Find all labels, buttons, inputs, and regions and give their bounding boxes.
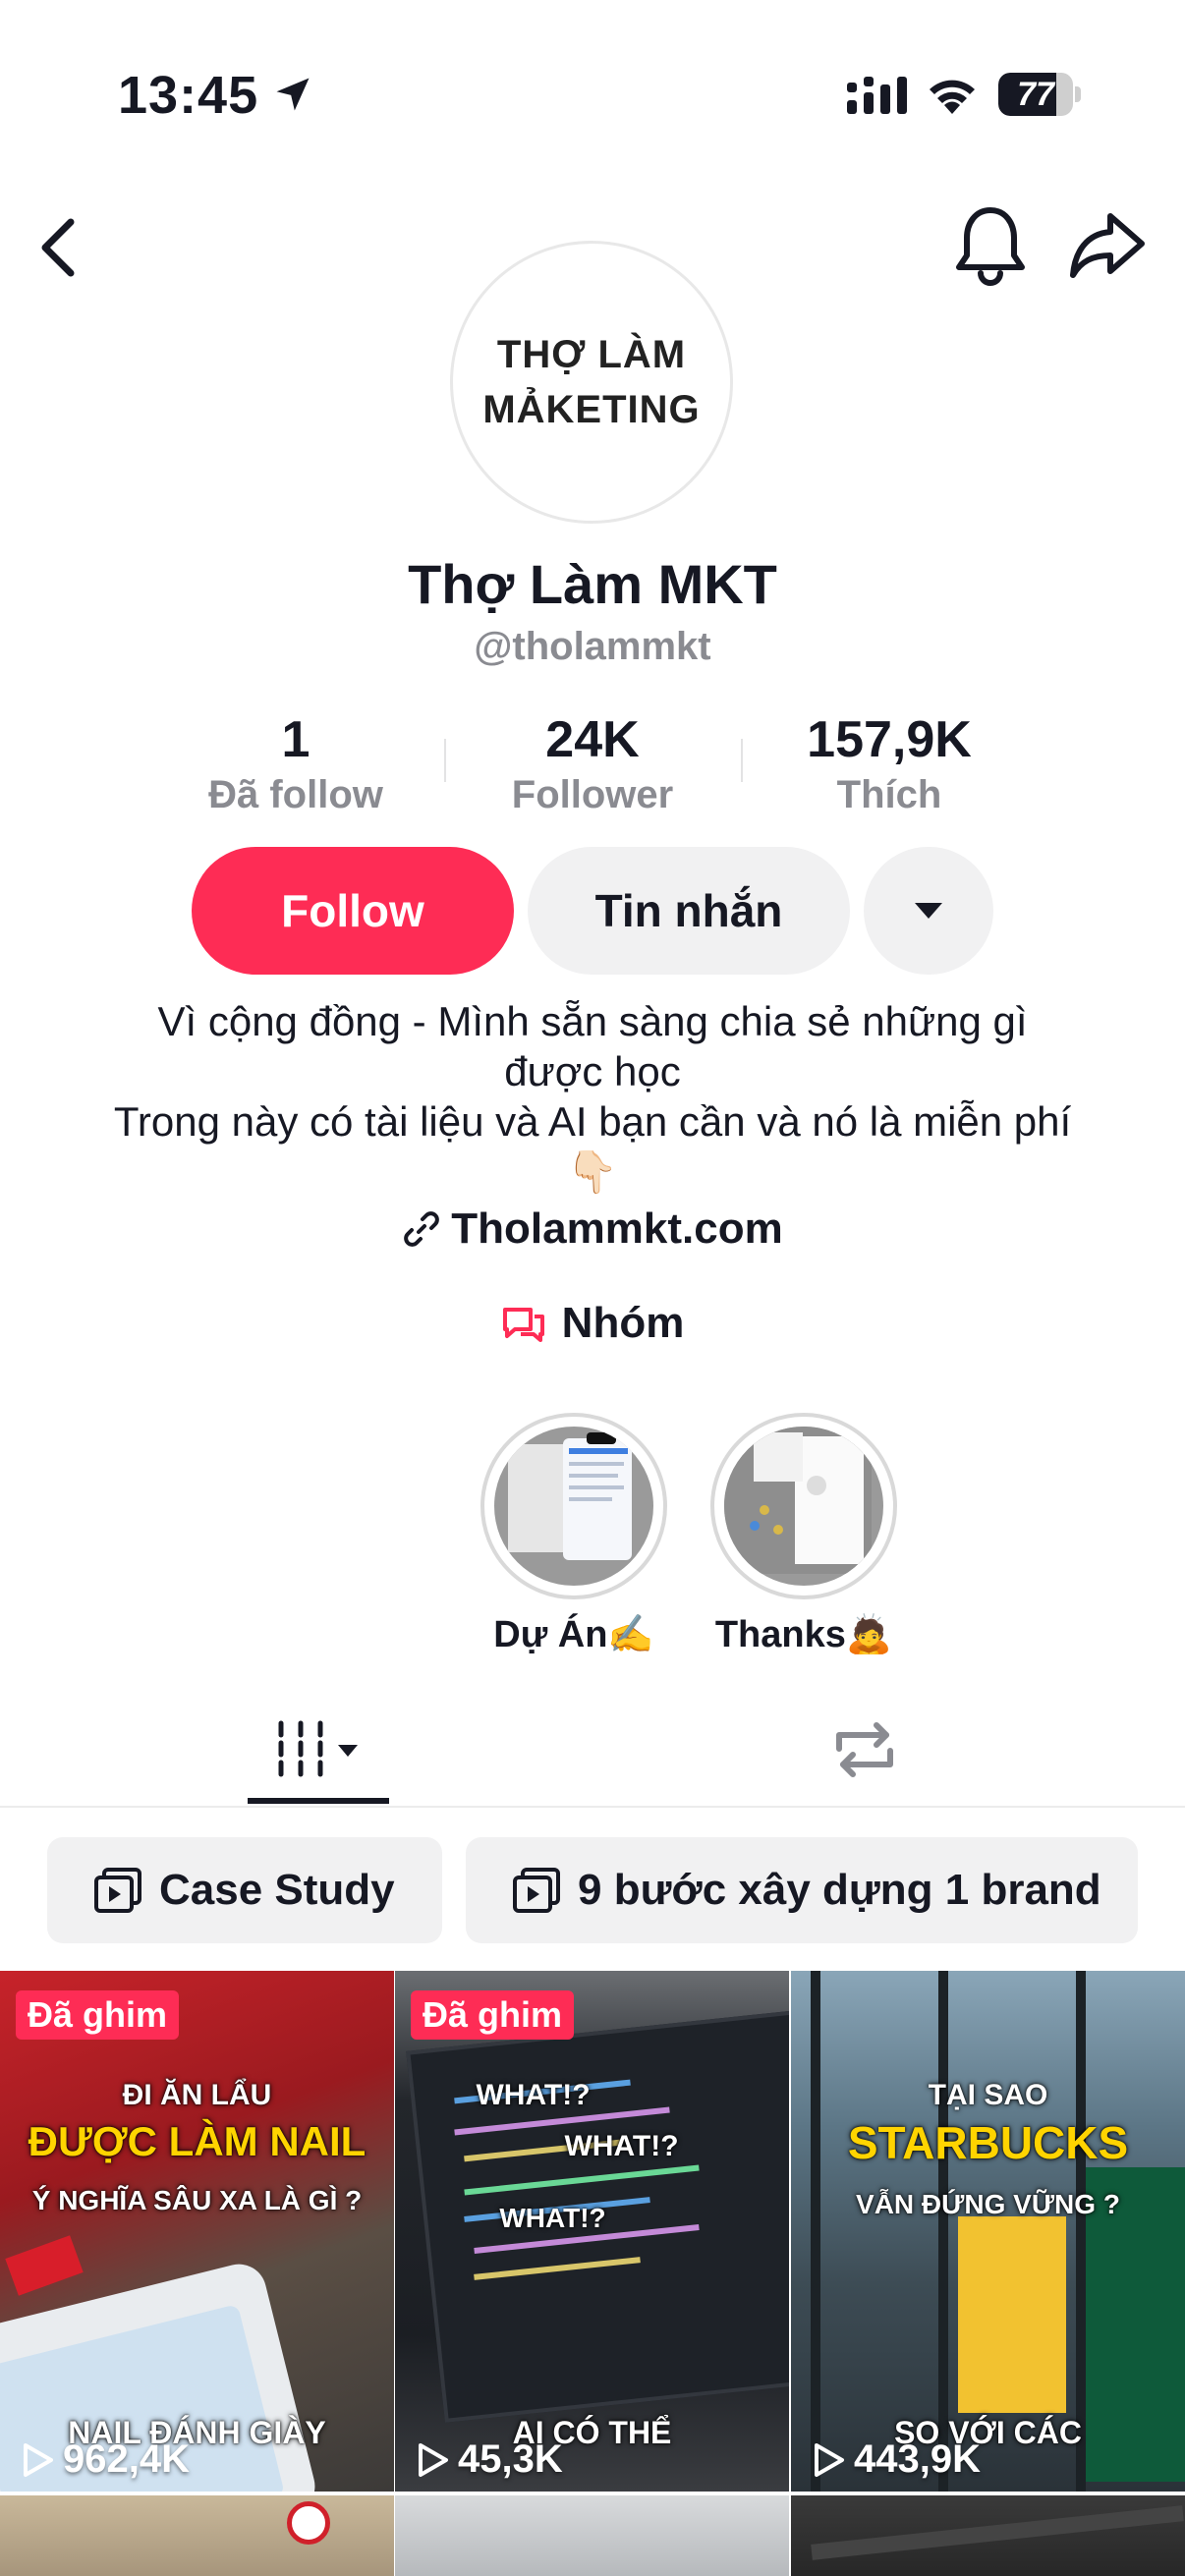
suggested-accounts-button[interactable] bbox=[864, 847, 993, 975]
video-caption: WHAT!? bbox=[499, 2203, 606, 2233]
follow-button[interactable]: Follow bbox=[192, 847, 514, 975]
highlight-thanks[interactable]: Thanks🙇 bbox=[705, 1413, 902, 1656]
view-count: 962,4K bbox=[22, 2437, 190, 2482]
profile-display-name: Thợ Làm MKT bbox=[408, 553, 777, 615]
battery-icon: 77 bbox=[998, 73, 1081, 116]
video-caption: Ý NGHĨA SÂU XA LÀ GÌ ? bbox=[31, 2185, 363, 2215]
profile-bio: Vì cộng đồng - Mình sẵn sàng chia sẻ nhữ… bbox=[108, 996, 1077, 1197]
location-arrow-icon bbox=[276, 78, 310, 111]
highlight-ring bbox=[480, 1413, 667, 1599]
status-time: 13:45 bbox=[118, 66, 259, 125]
group-label: Nhóm bbox=[561, 1299, 685, 1347]
playlist-icon bbox=[94, 1868, 141, 1913]
play-icon bbox=[815, 2442, 844, 2477]
stat-label: Thích bbox=[836, 773, 942, 816]
pinned-badge: Đã ghim bbox=[16, 1990, 180, 2040]
stat-label: Đã follow bbox=[208, 773, 383, 816]
video-thumbnail[interactable] bbox=[395, 2495, 789, 2576]
share-icon[interactable] bbox=[1067, 206, 1148, 285]
profile-handle: @tholammkt bbox=[474, 625, 711, 668]
video-grid: Đã ghim ĐI ĂN LẨU ĐƯỢC LÀM NAIL Ý NGHĨA … bbox=[0, 1971, 1185, 2576]
highlight-du-an[interactable]: Dự Án✍️ bbox=[476, 1413, 672, 1656]
playlist-label: 9 bước xây dựng 1 brand bbox=[578, 1866, 1101, 1914]
bio-line: Vì cộng đồng - Mình sẵn sàng chia sẻ nhữ… bbox=[157, 998, 1028, 1094]
wifi-icon bbox=[930, 80, 975, 114]
profile-tabs bbox=[0, 1690, 1185, 1808]
video-thumbnail[interactable] bbox=[0, 2495, 394, 2576]
video-caption: ĐI ĂN LẨU bbox=[122, 2079, 272, 2111]
highlight-label: Thanks🙇 bbox=[714, 1614, 893, 1655]
bio-link-text: Tholammkt.com bbox=[451, 1204, 783, 1253]
notification-bell-icon[interactable] bbox=[953, 202, 1028, 287]
tab-videos[interactable] bbox=[248, 1713, 389, 1808]
video-thumbnail[interactable]: Đã ghim WHAT!? WHAT!? WHAT!? AI CÓ THỂ 4… bbox=[395, 1971, 789, 2492]
avatar-logo-text: THỢ LÀM MẢKETING bbox=[482, 333, 701, 431]
back-button[interactable] bbox=[29, 210, 88, 285]
video-caption: TẠI SAO bbox=[928, 2079, 1048, 2111]
message-button[interactable]: Tin nhắn bbox=[528, 847, 850, 975]
bio-link[interactable]: Tholammkt.com bbox=[0, 1204, 1185, 1254]
group-link[interactable]: Nhóm bbox=[0, 1299, 1185, 1348]
video-thumbnail[interactable] bbox=[791, 2495, 1185, 2576]
video-caption: STARBUCKS bbox=[847, 2117, 1129, 2168]
play-icon bbox=[419, 2442, 448, 2477]
stat-value: 157,9K bbox=[807, 711, 972, 768]
repost-icon[interactable] bbox=[825, 1715, 904, 1784]
highlight-thumbnail bbox=[494, 1427, 653, 1586]
view-count: 45,3K bbox=[417, 2437, 563, 2482]
stat-likes[interactable]: 157,9K Thích bbox=[741, 709, 1038, 819]
profile-stats: 1 Đã follow 24K Follower 157,9K Thích bbox=[147, 709, 1038, 817]
view-count: 443,9K bbox=[813, 2437, 981, 2482]
link-icon bbox=[404, 1211, 440, 1247]
playlist-brand-steps[interactable]: 9 bước xây dựng 1 brand bbox=[466, 1837, 1138, 1943]
pinned-badge: Đã ghim bbox=[411, 1990, 575, 2040]
video-thumbnail[interactable]: TẠI SAO STARBUCKS VẪN ĐỨNG VỮNG ? SO VỚI… bbox=[791, 1971, 1185, 2492]
playlist-icon bbox=[513, 1868, 560, 1913]
stat-following[interactable]: 1 Đã follow bbox=[147, 709, 444, 819]
active-tab-indicator bbox=[248, 1798, 389, 1804]
video-thumbnail[interactable]: Đã ghim ĐI ĂN LẨU ĐƯỢC LÀM NAIL Ý NGHĨA … bbox=[0, 1971, 394, 2492]
stat-value: 1 bbox=[281, 711, 310, 768]
cellular-signal-icon bbox=[847, 77, 907, 114]
play-icon bbox=[24, 2442, 53, 2477]
video-caption: VẪN ĐỨNG VỮNG ? bbox=[856, 2189, 1120, 2219]
highlight-ring bbox=[710, 1413, 897, 1599]
stat-followers[interactable]: 24K Follower bbox=[444, 709, 741, 819]
caret-down-icon bbox=[915, 903, 942, 919]
highlight-label: Dự Án✍️ bbox=[493, 1614, 654, 1655]
playlist-case-study[interactable]: Case Study bbox=[47, 1837, 442, 1943]
video-caption: WHAT!? bbox=[564, 2130, 679, 2162]
video-grid-icon bbox=[278, 1720, 358, 1777]
stat-value: 24K bbox=[545, 711, 640, 768]
playlist-label: Case Study bbox=[159, 1866, 395, 1914]
status-bar: 13:45 77 bbox=[0, 0, 1185, 187]
group-chat-icon bbox=[502, 1308, 544, 1342]
video-caption: ĐƯỢC LÀM NAIL bbox=[28, 2118, 367, 2164]
bio-line: Trong này có tài liệu và AI bạn cần và n… bbox=[113, 1098, 1072, 1195]
avatar[interactable]: THỢ LÀM MẢKETING bbox=[450, 241, 733, 524]
highlight-thumbnail bbox=[724, 1427, 883, 1586]
video-caption: WHAT!? bbox=[476, 2079, 591, 2111]
stat-label: Follower bbox=[511, 773, 674, 816]
